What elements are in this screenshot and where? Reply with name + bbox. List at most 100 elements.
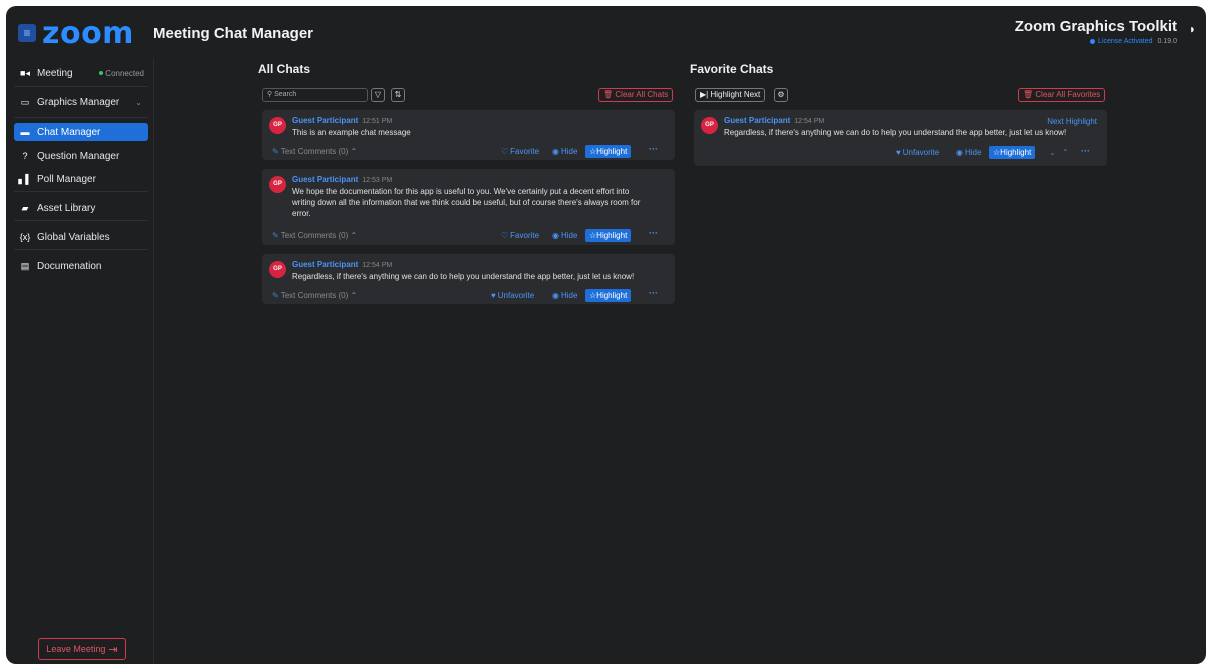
header: ≡ zoom Meeting Chat Manager Zoom Graphic…: [6, 6, 1206, 58]
heart-filled-icon: ♥: [491, 291, 496, 300]
highlight-button[interactable]: ☆Highlight: [585, 145, 632, 158]
sidebar-item-question-manager[interactable]: ? Question Manager: [14, 147, 148, 165]
chat-message-card: GP Guest Participant 12:51 PM This is an …: [262, 110, 675, 160]
trash-icon: 🗑: [603, 90, 614, 99]
highlight-label: Highlight: [596, 231, 628, 240]
app-window: ≡ zoom Meeting Chat Manager Zoom Graphic…: [6, 6, 1206, 664]
variable-icon: {x}: [19, 232, 31, 242]
hide-button[interactable]: ◉ Hide: [552, 147, 577, 156]
sidebar: ■◂ Meeting Connected ▭ Graphics Manager …: [6, 58, 154, 664]
sidebar-item-meeting[interactable]: ■◂ Meeting Connected: [14, 64, 148, 82]
highlight-label: Highlight: [1000, 148, 1032, 157]
clear-all-chats-button[interactable]: 🗑 Clear All Chats: [598, 88, 674, 102]
move-up-icon[interactable]: ⌃: [1062, 148, 1069, 157]
message-text: Regardless, if there's anything we can d…: [292, 272, 635, 281]
highlight-label: Highlight: [596, 291, 628, 300]
participant-name: Guest Participant 12:51 PM: [292, 116, 392, 125]
participant-name: Guest Participant 12:53 PM: [292, 175, 392, 184]
chevron-down-icon: ⌄: [135, 97, 142, 107]
search-icon: ⚲: [267, 91, 273, 98]
divider: [14, 249, 148, 250]
gear-icon[interactable]: ⚙: [774, 88, 788, 102]
chat-message-card: GP Guest Participant 12:54 PM Regardless,…: [262, 254, 675, 304]
avatar: GP: [701, 117, 718, 134]
hide-button[interactable]: ◉ Hide: [552, 231, 577, 240]
highlight-button[interactable]: ☆Highlight: [585, 229, 632, 242]
participant-name-text: Guest Participant: [292, 116, 359, 125]
sidebar-item-chat-manager[interactable]: ▬ Chat Manager: [14, 123, 148, 141]
text-comments-toggle[interactable]: ✎ Text Comments (0) ⌃: [272, 291, 357, 300]
more-options-icon[interactable]: ···: [649, 288, 658, 298]
eye-icon: ◉: [552, 147, 559, 156]
unfavorite-button[interactable]: ♥ Unfavorite: [491, 291, 534, 300]
divider: [14, 220, 148, 221]
unfavorite-button[interactable]: ♥ Unfavorite: [896, 148, 939, 157]
favorite-button[interactable]: ♡ Favorite: [501, 147, 539, 156]
highlight-button[interactable]: ☆Highlight: [989, 146, 1036, 159]
image-icon: ▰: [21, 202, 29, 213]
connection-status: Connected: [99, 69, 144, 78]
eye-icon: ◉: [552, 291, 559, 300]
sidebar-item-global-variables[interactable]: {x} Global Variables: [14, 228, 148, 246]
sidebar-item-documentation[interactable]: ▤ Documenation: [14, 257, 148, 275]
sidebar-item-asset-library[interactable]: ▰ Asset Library: [14, 199, 148, 217]
sidebar-item-label: Chat Manager: [37, 126, 101, 138]
filter-icon[interactable]: ▽: [371, 88, 385, 102]
monitor-icon: ▭: [20, 96, 30, 107]
highlight-button[interactable]: ☆Highlight: [585, 289, 632, 302]
message-time: 12:53 PM: [362, 177, 393, 184]
divider: [14, 191, 148, 192]
comments-icon: ✎: [272, 147, 279, 156]
hide-button[interactable]: ◉ Hide: [552, 291, 577, 300]
text-comments-label: Text Comments (0): [280, 291, 349, 300]
message-line: error.: [292, 209, 311, 218]
sidebar-item-label: Documenation: [37, 260, 102, 272]
document-icon: ▤: [20, 260, 30, 271]
video-camera-icon: ■◂: [20, 67, 30, 78]
chevron-up-icon: ⌃: [350, 147, 358, 156]
clear-all-chats-label: Clear All Chats: [615, 90, 669, 99]
hide-label: Hide: [560, 291, 578, 300]
more-options-icon[interactable]: ···: [1081, 146, 1090, 156]
message-time: 12:51 PM: [362, 118, 393, 125]
license-status: License Activated 0.19.0: [1090, 38, 1177, 45]
eye-icon: ◉: [956, 148, 963, 157]
participant-name-text: Guest Participant: [724, 116, 791, 125]
move-down-icon[interactable]: ⌄: [1049, 148, 1056, 157]
heart-outline-icon: ♡: [501, 147, 509, 156]
leave-meeting-label: Leave Meeting: [46, 644, 106, 654]
more-options-icon[interactable]: ···: [649, 144, 658, 154]
zoom-logo: zoom: [42, 16, 134, 51]
highlight-next-button[interactable]: ▶| Highlight Next: [695, 88, 766, 102]
sort-icon[interactable]: ⇅: [391, 88, 405, 102]
avatar: GP: [269, 117, 286, 134]
message-line: writing down all the information that we…: [292, 198, 641, 207]
heart-filled-icon: ♥: [896, 148, 901, 157]
highlight-label: Highlight: [596, 147, 628, 156]
leave-meeting-button[interactable]: Leave Meeting ⇥: [38, 638, 126, 660]
chat-bubble-icon: ▬: [20, 127, 30, 137]
sidebar-item-poll-manager[interactable]: ▖▌ Poll Manager: [14, 170, 148, 188]
clear-all-favorites-button[interactable]: 🗑 Clear All Favorites: [1018, 88, 1106, 102]
participant-name: Guest Participant 12:54 PM: [292, 260, 392, 269]
favorite-message-card: GP Guest Participant 12:54 PM Next Highli…: [694, 110, 1107, 166]
sidebar-item-label: Meeting: [37, 67, 73, 79]
hamburger-icon[interactable]: ≡: [18, 24, 36, 42]
sidebar-item-graphics-manager[interactable]: ▭ Graphics Manager ⌄: [14, 93, 148, 111]
search-input[interactable]: ⚲ Search: [262, 88, 368, 102]
participant-name-text: Guest Participant: [292, 260, 359, 269]
message-text: This is an example chat message: [292, 128, 411, 137]
hide-button[interactable]: ◉ Hide: [956, 148, 981, 157]
more-options-icon[interactable]: ···: [649, 228, 658, 238]
trash-icon: 🗑: [1023, 90, 1034, 99]
text-comments-toggle[interactable]: ✎ Text Comments (0) ⌃: [272, 147, 357, 156]
text-comments-toggle[interactable]: ✎ Text Comments (0) ⌃: [272, 231, 357, 240]
hide-label: Hide: [560, 231, 578, 240]
toolkit-title: Zoom Graphics Toolkit: [1014, 18, 1177, 35]
message-time: 12:54 PM: [794, 118, 825, 125]
half-moon-icon[interactable]: ◗: [1189, 22, 1196, 36]
hide-label: Hide: [560, 147, 578, 156]
favorite-button[interactable]: ♡ Favorite: [501, 231, 539, 240]
heart-outline-icon: ♡: [501, 231, 509, 240]
message-text: Regardless, if there's anything we can d…: [724, 128, 1067, 137]
